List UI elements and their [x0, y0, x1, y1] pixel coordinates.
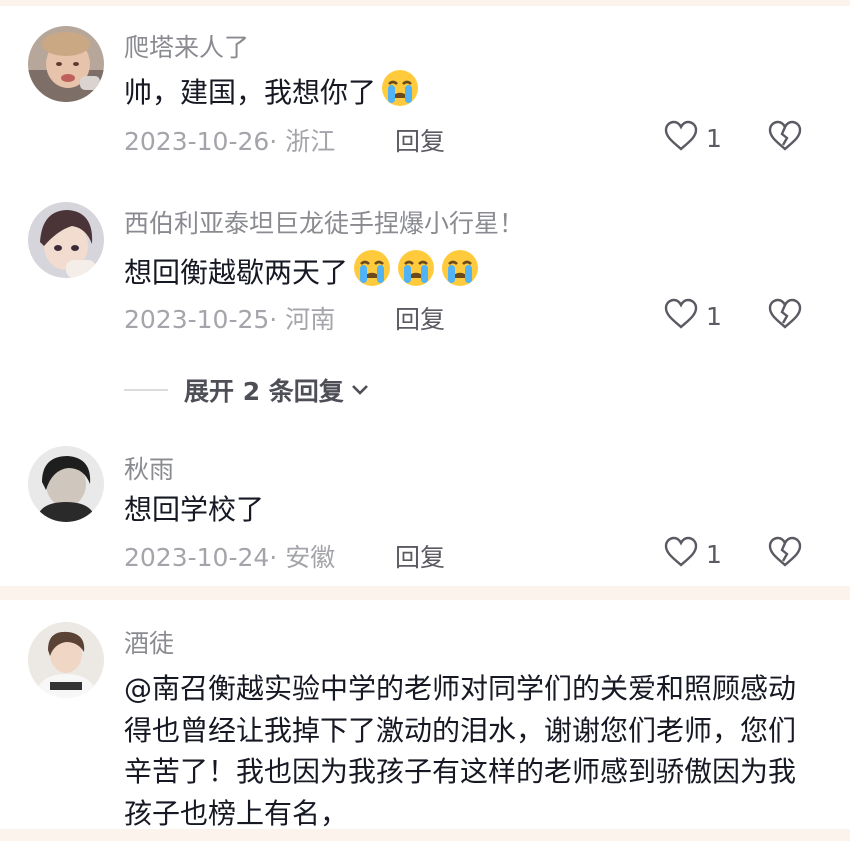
- comment-item: 秋雨 想回学校了 2023-10-24· 安徽 回复 1: [0, 430, 850, 580]
- comment-text: 想回衡越歇两天了: [124, 248, 480, 299]
- comment-item: 爬塔来人了 帅，建国，我想你了 2023-10-26· 浙江 回复 1: [0, 0, 850, 180]
- username[interactable]: 酒徒: [124, 624, 174, 660]
- crying-face-emoji: [440, 248, 480, 299]
- section-separator: [0, 586, 850, 600]
- heart-outline-icon: [664, 536, 698, 572]
- chevron-down-icon: [350, 383, 370, 397]
- comment-date: 2023-10-25: [124, 305, 270, 334]
- comment-meta: 2023-10-24· 安徽: [124, 538, 335, 574]
- comment-location: · 安徽: [269, 543, 336, 572]
- like-button[interactable]: 1: [664, 298, 722, 334]
- avatar[interactable]: [28, 622, 104, 698]
- dislike-button[interactable]: [767, 536, 803, 572]
- comment-location: · 河南: [269, 305, 336, 334]
- avatar[interactable]: [28, 202, 104, 278]
- heart-outline-icon: [664, 298, 698, 334]
- comment-text: @南召衡越实验中学的老师对同学们的关爱和照顾感动得也曾经让我掉下了激动的泪水，谢…: [124, 672, 797, 830]
- broken-heart-icon: [767, 536, 803, 572]
- crying-face-emoji: [380, 68, 420, 119]
- reply-button[interactable]: 回复: [395, 300, 445, 336]
- comment-meta: 2023-10-25· 河南: [124, 300, 335, 336]
- comment-meta: 2023-10-26· 浙江: [124, 122, 335, 158]
- crying-face-emoji: [396, 248, 436, 299]
- comment-text: 帅，建国，我想你了: [124, 68, 420, 119]
- comment-text-content: 想回衡越歇两天了: [124, 256, 349, 289]
- username[interactable]: 西伯利亚泰坦巨龙徒手捏爆小行星！: [124, 204, 524, 240]
- expand-replies-button[interactable]: 展开 2 条回复: [124, 372, 370, 408]
- reply-button[interactable]: 回复: [395, 122, 445, 158]
- comment-text-content: 想回学校了: [124, 493, 265, 526]
- username[interactable]: 爬塔来人了: [124, 28, 249, 64]
- broken-heart-icon: [767, 120, 803, 156]
- dislike-button[interactable]: [767, 298, 803, 334]
- expand-divider: [124, 389, 168, 391]
- crying-face-emoji: [352, 248, 392, 299]
- avatar[interactable]: [28, 446, 104, 522]
- like-count: 1: [706, 539, 722, 569]
- like-button[interactable]: 1: [664, 120, 722, 156]
- avatar[interactable]: [28, 26, 104, 102]
- comment-date: 2023-10-24: [124, 543, 270, 572]
- heart-outline-icon: [664, 120, 698, 156]
- like-count: 1: [706, 123, 722, 153]
- reply-button[interactable]: 回复: [395, 538, 445, 574]
- username[interactable]: 秋雨: [124, 450, 174, 486]
- broken-heart-icon: [767, 298, 803, 334]
- comment-text: 想回学校了: [124, 490, 264, 530]
- like-count: 1: [706, 301, 722, 331]
- comment-text-content: 帅，建国，我想你了: [124, 76, 377, 109]
- comment-location: · 浙江: [269, 127, 336, 156]
- expand-replies-label: 展开 2 条回复: [184, 377, 344, 406]
- comment-item: 西伯利亚泰坦巨龙徒手捏爆小行星！ 想回衡越歇两天了 2023-10-25· 河南…: [0, 180, 850, 350]
- comment-date: 2023-10-26: [124, 127, 270, 156]
- like-button[interactable]: 1: [664, 536, 722, 572]
- dislike-button[interactable]: [767, 120, 803, 156]
